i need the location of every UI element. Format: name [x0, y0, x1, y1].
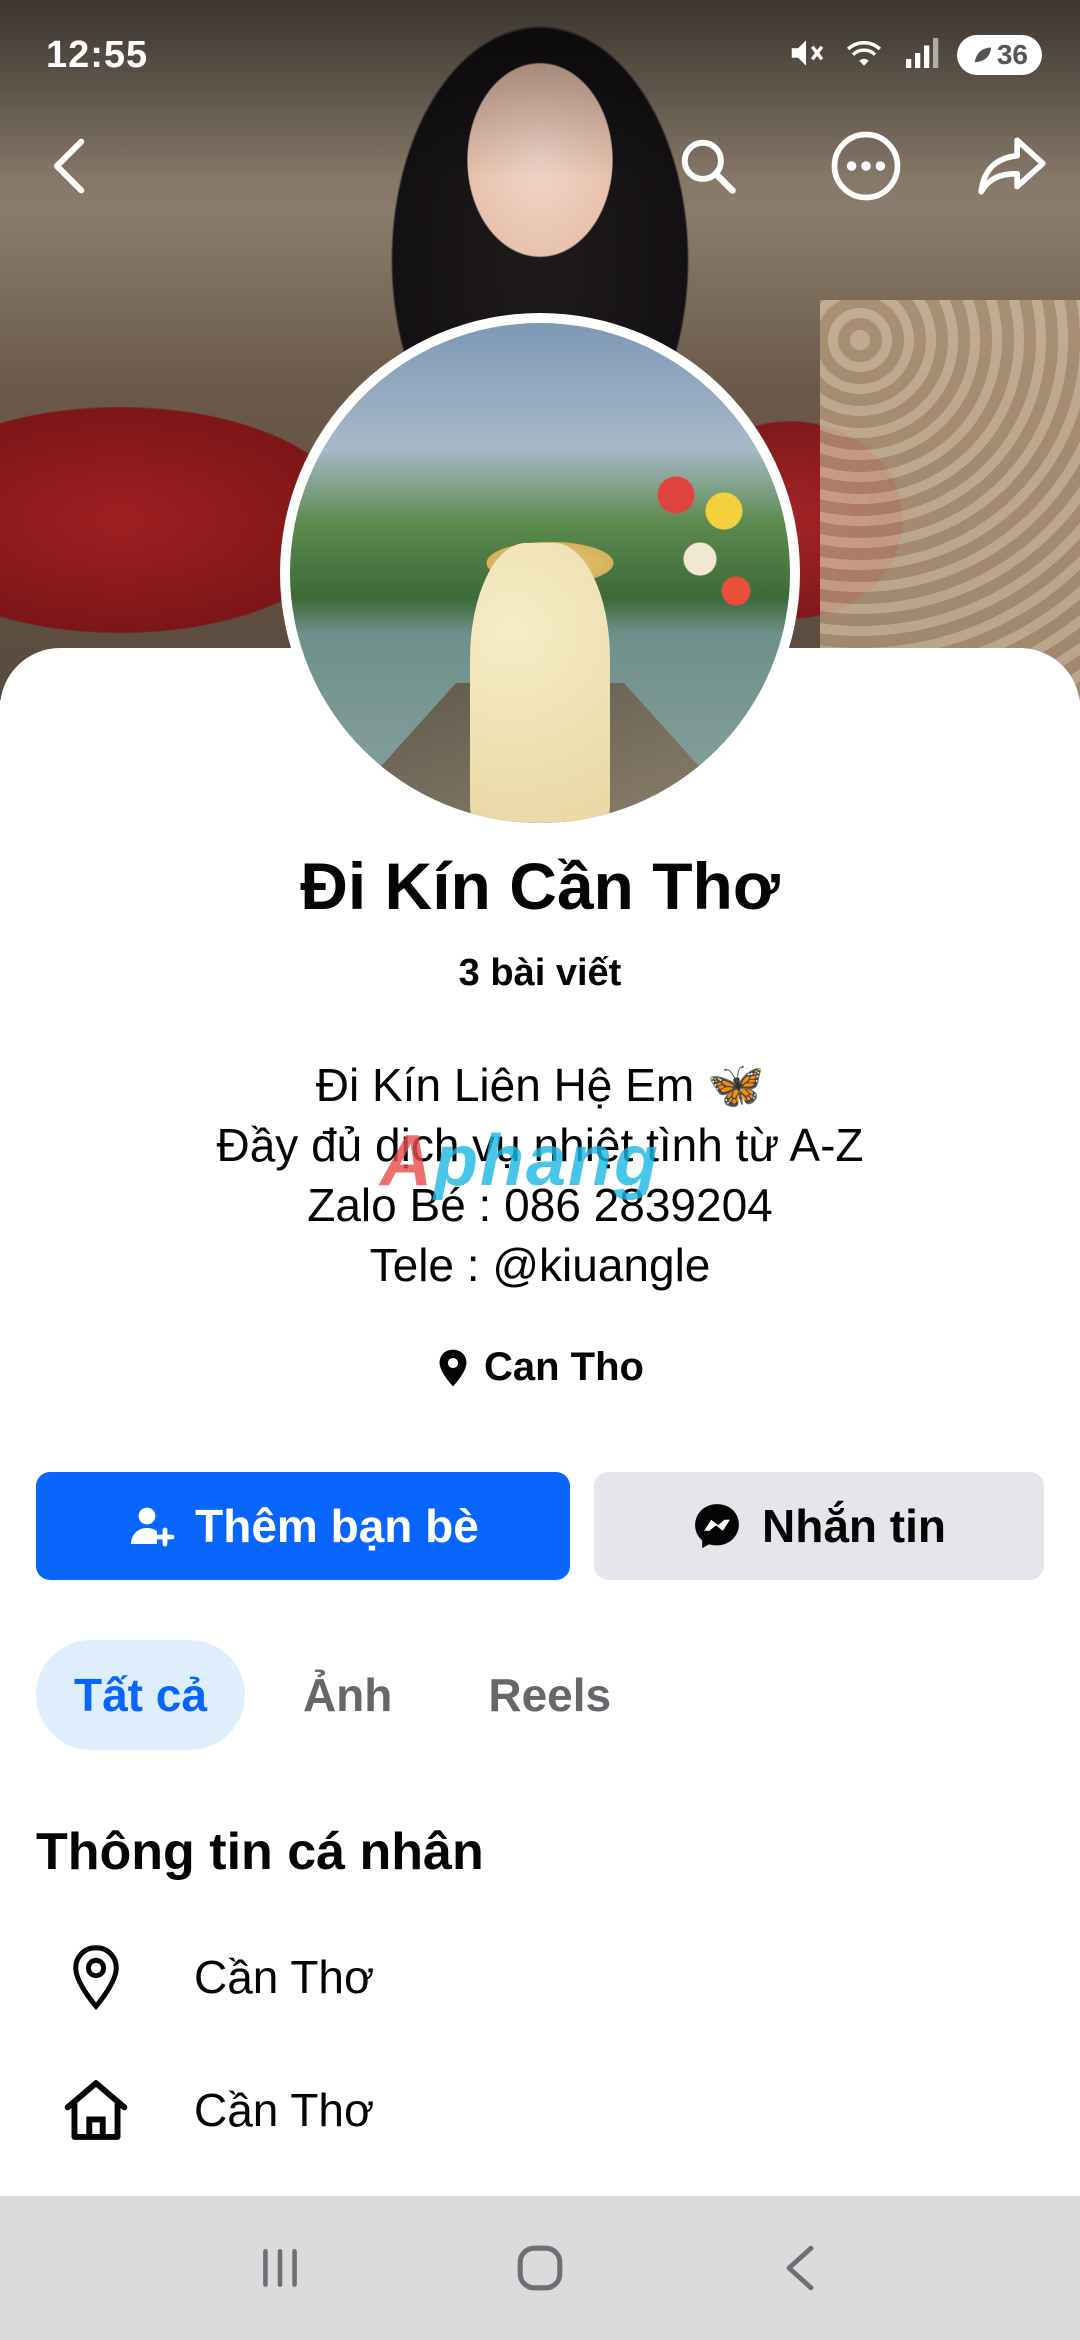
info-row-current-city[interactable]: Cần Thơ: [56, 1937, 374, 2017]
status-icons: 36: [787, 34, 1042, 77]
intro-title: Thông tin cá nhân: [36, 1823, 484, 1881]
back-button[interactable]: [30, 126, 110, 206]
location-pin-icon: [56, 1937, 136, 2017]
home-circle-icon: [517, 2245, 563, 2291]
avatar-person: [470, 543, 610, 823]
info-text: Cần Thơ: [194, 1951, 375, 2003]
bio-line: Đi Kín Liên Hệ Em 🦋: [315, 1059, 765, 1111]
avatar-photo: [290, 323, 790, 823]
status-bar: 12:55 36: [0, 0, 1080, 110]
profile-avatar[interactable]: [280, 313, 800, 833]
add-friend-label: Thêm bạn bè: [195, 1500, 479, 1552]
home-icon: [56, 2070, 136, 2150]
back-icon: [53, 138, 85, 194]
system-back-button[interactable]: [755, 2223, 845, 2313]
messenger-icon: [695, 1504, 739, 1549]
avatar-flowers: [640, 463, 760, 623]
location-label: Can Tho: [484, 1345, 644, 1389]
share-icon: [978, 137, 1046, 195]
wifi-icon: [843, 34, 885, 77]
status-time: 12:55: [46, 33, 149, 76]
bio-line: Tele : @kiuangle: [369, 1239, 711, 1291]
info-row-hometown[interactable]: Cần Thơ: [56, 2070, 374, 2150]
battery-level: 36: [996, 39, 1028, 70]
tab-all[interactable]: Tất cả: [36, 1640, 245, 1750]
tab-photos[interactable]: Ảnh: [265, 1640, 430, 1750]
watermark: Aphang: [380, 1121, 660, 1201]
more-button[interactable]: [826, 126, 906, 206]
profile-location[interactable]: Can Tho: [0, 1345, 1080, 1390]
system-back-icon: [786, 2245, 814, 2291]
message-label: Nhắn tin: [762, 1500, 946, 1552]
recent-apps-button[interactable]: [235, 2223, 325, 2313]
mute-icon: [787, 34, 825, 77]
cover-floor-pattern: [820, 300, 1080, 700]
post-count: 3 bài viết: [458, 952, 622, 994]
signal-icon: [903, 35, 939, 76]
add-friend-button[interactable]: Thêm bạn bè: [36, 1472, 570, 1580]
battery-icon: 36: [956, 35, 1042, 75]
profile-name: Đi Kín Cần Thơ: [300, 849, 780, 923]
search-icon: [681, 139, 736, 194]
more-icon: [831, 131, 901, 201]
location-pin-icon: [439, 1349, 467, 1386]
add-friend-icon: [131, 1507, 175, 1547]
share-button[interactable]: [972, 126, 1052, 206]
home-button[interactable]: [495, 2223, 585, 2313]
message-button[interactable]: Nhắn tin: [594, 1472, 1044, 1580]
info-text: Cần Thơ: [194, 2084, 375, 2136]
profile-tabs: Tất cả Ảnh Reels: [36, 1640, 649, 1750]
system-nav-bar: [0, 2196, 1080, 2340]
tab-reels[interactable]: Reels: [450, 1640, 649, 1750]
search-button[interactable]: [668, 126, 748, 206]
recent-apps-icon: [263, 2249, 297, 2287]
